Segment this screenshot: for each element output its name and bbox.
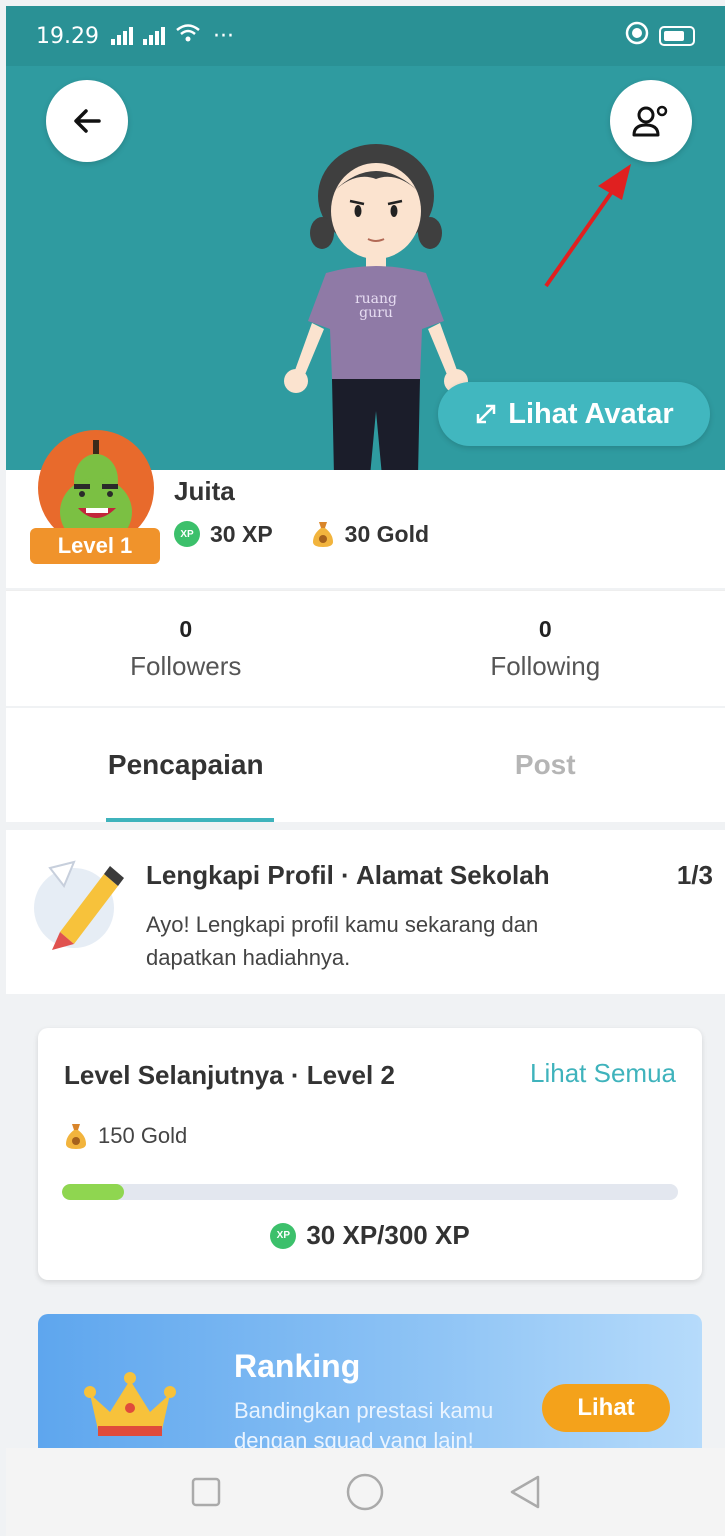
profile-tabs: Pencapaian Post: [6, 708, 725, 822]
square-icon: [191, 1477, 221, 1507]
pencil-icon: [34, 860, 124, 950]
username: Juita: [174, 476, 235, 506]
xp-progress-fill: [62, 1184, 124, 1200]
wifi-icon: [175, 22, 201, 50]
status-bar: 19.29 ···: [6, 6, 725, 66]
next-level-title: Level Selanjutnya · Level 2: [64, 1060, 395, 1090]
battery-icon: [659, 26, 695, 46]
signal-icon-2: [142, 27, 165, 45]
back-button[interactable]: [46, 80, 128, 162]
followers-label: Followers: [130, 650, 242, 681]
recents-button[interactable]: [186, 1472, 226, 1512]
ranking-view-button[interactable]: Lihat: [542, 1384, 670, 1432]
gold-value: 30 Gold: [344, 520, 430, 547]
profile-header: Level 1 Juita XP 30 XP 30 Gold: [6, 430, 725, 588]
expand-icon: [477, 404, 496, 424]
level-badge: Level 1: [30, 528, 160, 564]
tab-post[interactable]: Post: [366, 708, 725, 822]
svg-text:guru: guru: [359, 305, 393, 321]
view-avatar-label: Lihat Avatar: [508, 397, 674, 430]
ranking-description: Bandingkan prestasi kamu dengan squad ya…: [234, 1398, 494, 1453]
people-icon: [632, 105, 668, 137]
profile-stats: XP 30 XP 30 Gold: [174, 520, 429, 548]
back-nav-button[interactable]: [505, 1472, 545, 1512]
triangle-back-icon: [510, 1475, 540, 1509]
xp-icon: XP: [270, 1222, 297, 1249]
achievement-item[interactable]: Lengkapi Profil · Alamat Sekolah 1/3 Ayo…: [6, 830, 725, 994]
xp-value: 30 XP: [210, 520, 273, 547]
gold-bag-icon: [66, 1124, 86, 1149]
followers-stat[interactable]: 0 Followers: [6, 591, 366, 706]
ranking-title: Ranking: [234, 1348, 361, 1384]
signal-icon: [110, 27, 133, 45]
gold-bag-icon: [312, 522, 333, 547]
xp-icon: XP: [174, 521, 200, 547]
annotation-arrow-icon: [544, 164, 631, 288]
status-time: 19.29: [36, 23, 99, 49]
follow-stats: 0 Followers 0 Following: [6, 590, 725, 706]
circle-icon: [347, 1473, 384, 1511]
tab-pencapaian[interactable]: Pencapaian: [6, 708, 366, 822]
status-extra: ···: [212, 23, 234, 49]
xp-progress-bar: [62, 1184, 678, 1200]
xp-progress-text: 30 XP/300 XP: [306, 1220, 470, 1250]
sync-icon: [625, 21, 649, 51]
achievement-title: Lengkapi Profil · Alamat Sekolah: [146, 860, 550, 890]
level-reward: 150 Gold: [64, 1122, 187, 1150]
achievement-description: Ayo! Lengkapi profil kamu sekarang dan d…: [146, 912, 539, 970]
profile-hero: 19.29 ··· ruang guru Lihat Avatar: [6, 6, 725, 470]
xp-progress: XP 30 XP/300 XP: [38, 1220, 702, 1251]
back-arrow-icon: [74, 109, 101, 133]
see-all-link[interactable]: Lihat Semua: [530, 1058, 676, 1089]
system-nav-bar: [6, 1448, 725, 1536]
followers-count: 0: [179, 615, 193, 642]
view-avatar-button[interactable]: Lihat Avatar: [438, 382, 710, 446]
reward-value: 150 Gold: [98, 1123, 188, 1148]
following-stat[interactable]: 0 Following: [366, 591, 725, 706]
following-label: Following: [490, 650, 601, 681]
achievement-count: 1/3: [676, 860, 713, 890]
crown-icon: [84, 1372, 176, 1436]
following-count: 0: [538, 615, 552, 642]
next-level-card: Level Selanjutnya · Level 2 Lihat Semua …: [38, 1028, 702, 1280]
home-button[interactable]: [345, 1472, 385, 1512]
friends-button[interactable]: [610, 80, 692, 162]
